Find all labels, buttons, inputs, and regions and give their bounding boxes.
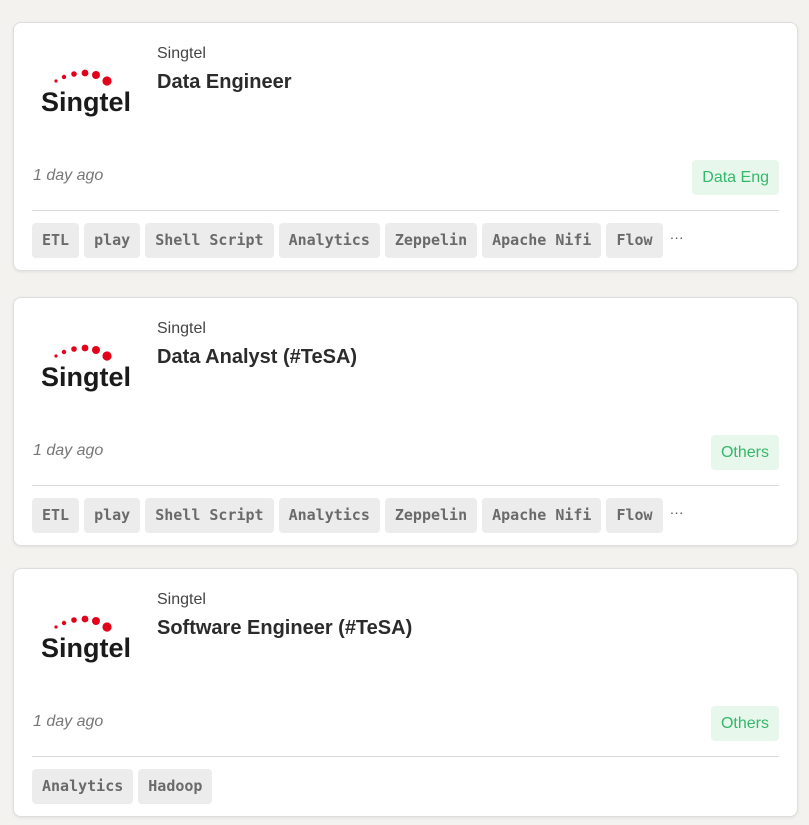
tag[interactable]: play: [84, 223, 141, 258]
company-name: Singtel: [157, 591, 206, 608]
posted-time: 1 day ago: [33, 442, 104, 459]
category-badge[interactable]: Others: [710, 435, 779, 470]
tag-list: ETL play Shell Script Analytics Zeppelin…: [32, 223, 684, 258]
tag[interactable]: ETL: [32, 223, 80, 258]
job-title[interactable]: Data Analyst (#TeSA): [157, 346, 357, 369]
job-title[interactable]: Software Engineer (#TeSA): [157, 617, 412, 640]
singtel-logo: Singtel: [40, 615, 130, 665]
job-card[interactable]: Singtel Singtel Data Engineer 1 day ago …: [13, 22, 798, 271]
posted-time: 1 day ago: [33, 167, 104, 184]
category-badge[interactable]: Data Eng: [692, 160, 779, 195]
svg-text:Singtel: Singtel: [41, 362, 130, 392]
tag-list: ETL play Shell Script Analytics Zeppelin…: [32, 498, 684, 533]
tag[interactable]: Apache Nifi: [482, 498, 602, 533]
tag[interactable]: Hadoop: [138, 769, 213, 804]
job-card[interactable]: Singtel Singtel Data Analyst (#TeSA) 1 d…: [13, 297, 798, 546]
svg-text:Singtel: Singtel: [41, 633, 130, 663]
divider: [32, 210, 779, 211]
tag[interactable]: Shell Script: [145, 223, 274, 258]
tag[interactable]: Analytics: [32, 769, 134, 804]
category-badge[interactable]: Others: [710, 706, 779, 741]
divider: [32, 756, 779, 757]
tag[interactable]: Apache Nifi: [482, 223, 602, 258]
tag-list: Analytics Hadoop: [32, 769, 213, 804]
more-tags-ellipsis[interactable]: ···: [670, 504, 684, 520]
tag[interactable]: ETL: [32, 498, 80, 533]
tag[interactable]: Shell Script: [145, 498, 274, 533]
svg-text:Singtel: Singtel: [41, 87, 130, 117]
singtel-logo: Singtel: [40, 69, 130, 119]
tag[interactable]: Flow: [606, 223, 663, 258]
tag[interactable]: play: [84, 498, 141, 533]
tag[interactable]: Zeppelin: [384, 223, 478, 258]
tag[interactable]: Flow: [606, 498, 663, 533]
job-card[interactable]: Singtel Singtel Software Engineer (#TeSA…: [13, 568, 798, 817]
tag[interactable]: Analytics: [278, 498, 380, 533]
tag[interactable]: Analytics: [278, 223, 380, 258]
company-name: Singtel: [157, 320, 206, 337]
company-name: Singtel: [157, 45, 206, 62]
job-title[interactable]: Data Engineer: [157, 71, 291, 94]
tag[interactable]: Zeppelin: [384, 498, 478, 533]
more-tags-ellipsis[interactable]: ···: [670, 229, 684, 245]
divider: [32, 485, 779, 486]
posted-time: 1 day ago: [33, 713, 104, 730]
singtel-logo: Singtel: [40, 344, 130, 394]
